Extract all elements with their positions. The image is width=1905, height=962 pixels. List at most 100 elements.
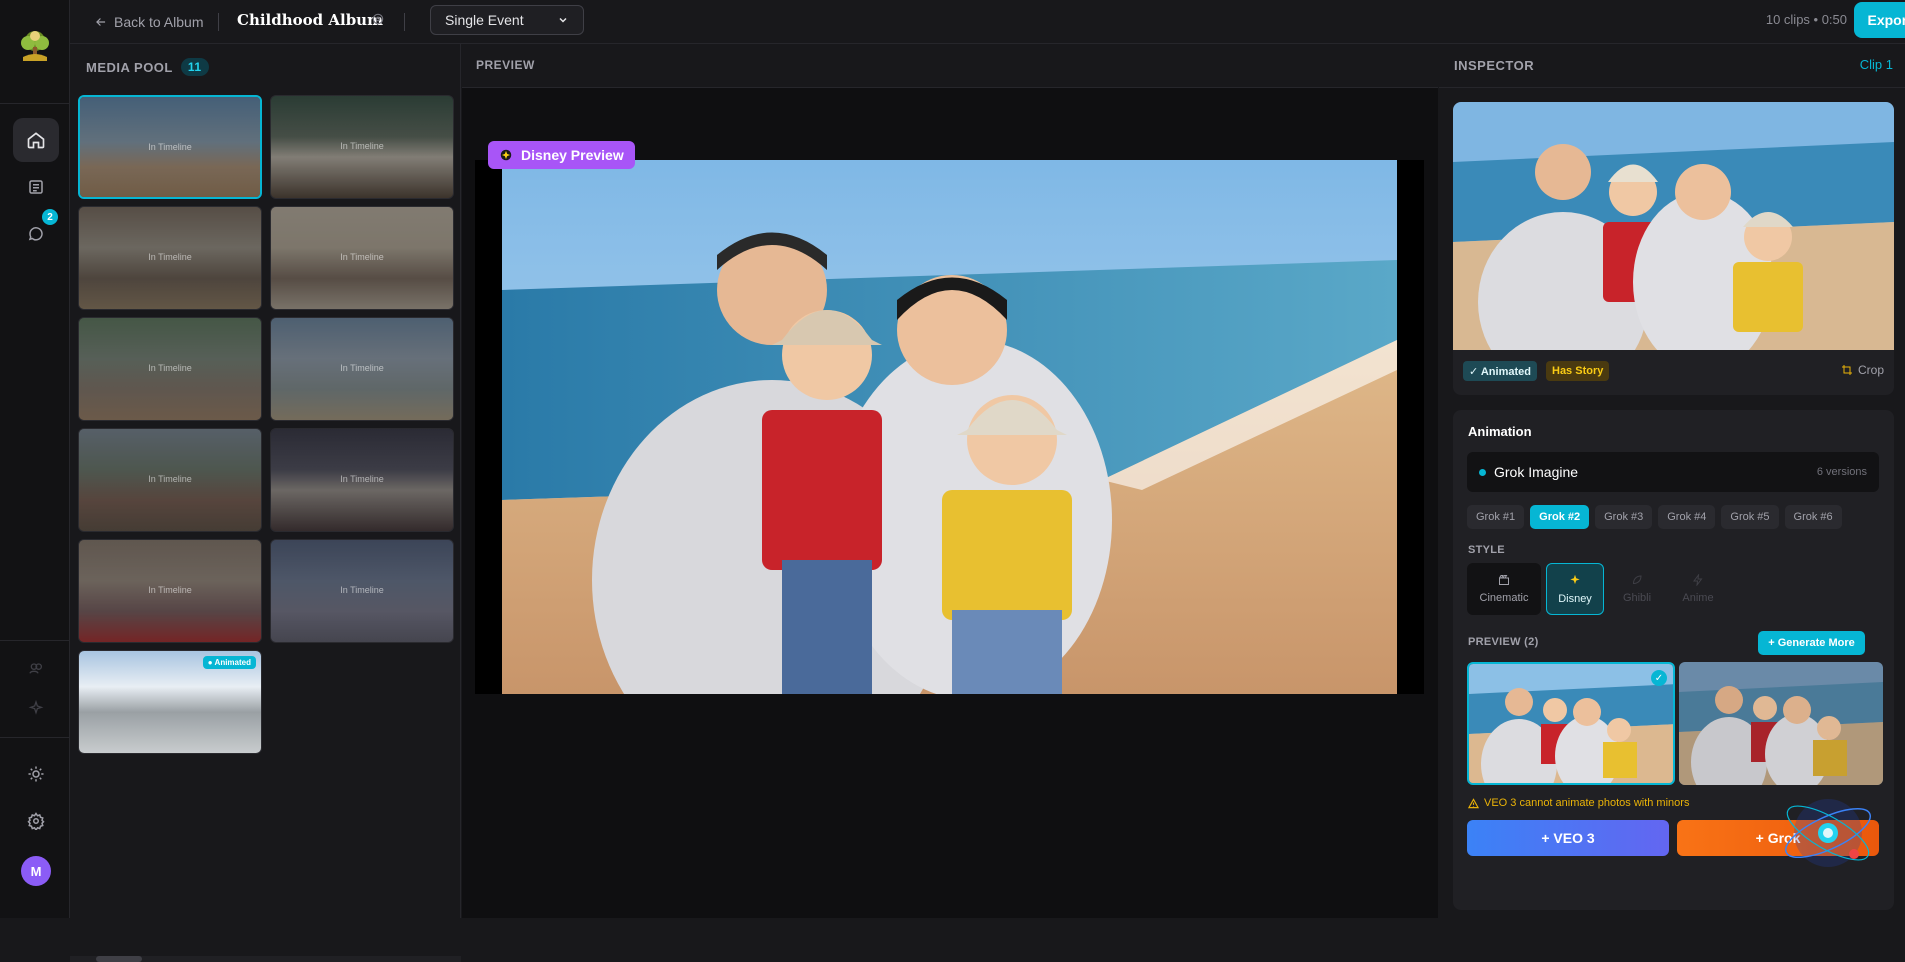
in-timeline-label: In Timeline: [340, 474, 384, 484]
media-thumb[interactable]: In Timeline: [78, 539, 262, 643]
media-count-badge: 11: [180, 58, 209, 76]
check-icon: ✓: [1651, 670, 1667, 686]
chat-icon: [28, 227, 43, 241]
media-thumb[interactable]: In Timeline: [78, 317, 262, 421]
side-rail: 2 M: [0, 0, 70, 918]
version-tab[interactable]: Grok #5: [1721, 505, 1779, 529]
style-disney[interactable]: Disney: [1546, 563, 1604, 615]
sparkle-icon: [500, 149, 512, 161]
media-pool-panel: MEDIA POOL 11 In Timeline In Timeline In…: [70, 44, 461, 962]
version-tab[interactable]: Grok #6: [1784, 505, 1842, 529]
in-timeline-label: In Timeline: [148, 252, 192, 262]
inspector-panel: INSPECTOR Clip 1 ✓ Animated Has Story Cr…: [1439, 44, 1905, 918]
crop-button[interactable]: Crop: [1841, 363, 1884, 377]
characters-button[interactable]: [13, 646, 59, 690]
clip-indicator[interactable]: Clip 1: [1860, 57, 1893, 72]
style-cinematic[interactable]: Cinematic: [1467, 563, 1541, 615]
theme-toggle-button[interactable]: [13, 752, 59, 796]
export-film-button[interactable]: Export Film: [1854, 2, 1905, 38]
preview-option-2[interactable]: [1679, 662, 1883, 785]
assistant-orb-icon[interactable]: [1774, 788, 1882, 878]
scrollbar-thumb[interactable]: [96, 956, 142, 962]
gear-icon: [27, 812, 45, 830]
in-timeline-label: In Timeline: [340, 363, 384, 373]
newspaper-icon: [29, 180, 43, 194]
media-thumb[interactable]: In Timeline: [78, 95, 262, 199]
disney-preview-label: Disney Preview: [521, 147, 624, 163]
album-button[interactable]: [13, 165, 59, 209]
animated-badge: ● Animated: [202, 656, 256, 669]
in-timeline-label: In Timeline: [340, 141, 384, 151]
version-tab[interactable]: Grok #3: [1595, 505, 1653, 529]
inspector-title: INSPECTOR: [1454, 58, 1535, 73]
horizontal-scrollbar[interactable]: [70, 956, 461, 962]
magic-button[interactable]: [13, 686, 59, 730]
media-pool-title: MEDIA POOL: [86, 59, 173, 75]
album-settings-button[interactable]: [371, 12, 385, 31]
generate-more-button[interactable]: + Generate More: [1758, 631, 1865, 655]
bolt-icon: [1693, 574, 1703, 586]
back-label: Back to Album: [114, 14, 204, 30]
media-thumb[interactable]: In Timeline: [270, 95, 454, 199]
animation-title: Animation: [1468, 424, 1532, 439]
media-thumb[interactable]: In Timeline: [270, 317, 454, 421]
messages-badge: 2: [42, 209, 58, 225]
preview-stage[interactable]: [475, 160, 1424, 780]
veo3-button[interactable]: + VEO 3: [1467, 820, 1669, 856]
clips-info: 10 clips • 0:50: [1765, 12, 1847, 27]
chevron-down-icon: [559, 17, 567, 23]
media-thumb[interactable]: In Timeline: [270, 428, 454, 532]
gear-icon: [372, 13, 384, 25]
event-type-select[interactable]: Single Event: [430, 5, 584, 35]
media-thumb[interactable]: In Timeline: [270, 206, 454, 310]
preview-title: PREVIEW: [476, 58, 535, 72]
arrow-left-icon: [96, 18, 106, 26]
media-thumb[interactable]: ● Animated: [78, 650, 262, 754]
rail-divider: [0, 737, 70, 738]
back-to-album-link[interactable]: Back to Album: [94, 11, 204, 33]
media-pool-header: MEDIA POOL 11: [86, 58, 209, 76]
rail-divider: [0, 640, 70, 641]
crop-label: Crop: [1857, 363, 1884, 377]
style-label-text: Anime: [1682, 592, 1714, 604]
divider: [218, 13, 219, 31]
animated-tag: ✓ Animated: [1463, 361, 1537, 381]
clip-card: ✓ Animated Has Story Crop: [1453, 102, 1894, 395]
sparkle-icon: [1570, 574, 1580, 585]
crop-icon: [1841, 365, 1852, 375]
has-story-tag: Has Story: [1546, 361, 1610, 381]
versions-count: 6 versions: [1816, 466, 1867, 478]
tree-logo-icon[interactable]: [15, 27, 55, 67]
sun-icon: [28, 766, 44, 782]
in-timeline-label: In Timeline: [148, 142, 192, 152]
warning-text: VEO 3 cannot animate photos with minors: [1484, 797, 1690, 809]
inspector-header: INSPECTOR Clip 1: [1439, 44, 1905, 88]
album-title: Childhood Album: [237, 11, 383, 29]
faces-icon: [29, 663, 42, 674]
version-tab[interactable]: Grok #4: [1658, 505, 1716, 529]
version-tab[interactable]: Grok #1: [1467, 505, 1525, 529]
user-avatar[interactable]: M: [21, 856, 51, 886]
clip-image: [1453, 102, 1894, 392]
settings-button[interactable]: [13, 799, 59, 843]
style-label: STYLE: [1468, 544, 1505, 556]
media-thumb[interactable]: In Timeline: [270, 539, 454, 643]
preview-header: PREVIEW: [462, 44, 1438, 88]
sparkle-icon: [28, 700, 44, 715]
style-ghibli[interactable]: Ghibli: [1609, 563, 1665, 615]
version-tab[interactable]: Grok #2: [1530, 505, 1590, 529]
clapper-icon: [1499, 575, 1509, 585]
engine-row[interactable]: Grok Imagine 6 versions: [1467, 452, 1879, 492]
style-anime[interactable]: Anime: [1670, 563, 1726, 615]
home-button[interactable]: [13, 118, 59, 162]
in-timeline-label: In Timeline: [148, 474, 192, 484]
preview-count-label: PREVIEW (2): [1468, 636, 1539, 648]
preview-option-1[interactable]: ✓: [1467, 662, 1675, 785]
leaf-icon: [1632, 575, 1642, 585]
event-type-value: Single Event: [445, 12, 524, 28]
media-thumb[interactable]: In Timeline: [78, 428, 262, 532]
in-timeline-label: In Timeline: [340, 585, 384, 595]
disney-preview-pill: Disney Preview: [488, 141, 635, 169]
media-thumb[interactable]: In Timeline: [78, 206, 262, 310]
divider: [404, 13, 405, 31]
